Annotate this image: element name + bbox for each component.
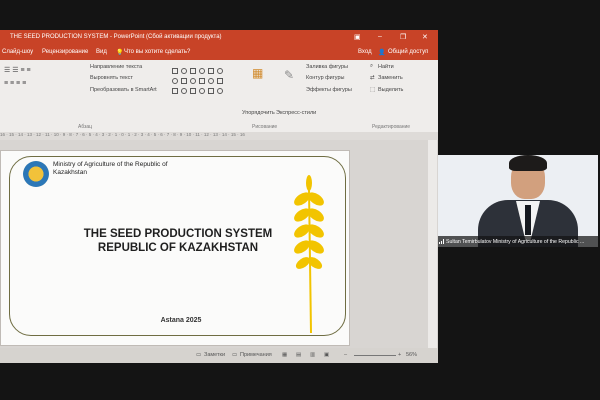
close-icon[interactable]: ✕ [422, 33, 428, 41]
participant-name-bar: Sultan Temirbulatov Ministry of Agricult… [438, 236, 598, 247]
tab-view[interactable]: Вид [96, 49, 107, 55]
comments-icon: ▭ [232, 352, 238, 358]
title-line-2: REPUBLIC OF KAZAKHSTAN [97, 242, 259, 254]
ribbon: ☰ ☰ ≡ ≡ ≡ ≡ ≡ ≡ Направление текста Выров… [0, 60, 438, 133]
minimize-icon[interactable]: – [378, 33, 382, 40]
title-line-1: THE SEED PRODUCTION SYSTEM [83, 228, 273, 240]
status-bar: ▭ Заметки ▭ Примечания ▦ ▤ ▥ ▣ – + 56% [0, 348, 438, 363]
zoom-in-icon[interactable]: + [398, 352, 401, 358]
signin-link[interactable]: Вход [358, 49, 372, 55]
kazakhstan-emblem-icon [23, 161, 49, 187]
vertical-scrollbar[interactable] [428, 140, 437, 348]
align-text-button[interactable]: Выровнять текст [90, 75, 133, 81]
powerpoint-window: THE SEED PRODUCTION SYSTEM - PowerPoint … [0, 30, 438, 363]
restore-icon[interactable]: ❐ [400, 33, 406, 41]
quick-styles-button[interactable]: Экспресс-стили [276, 110, 316, 116]
participant-name: Sultan Temirbulatov Ministry of Agricult… [446, 238, 585, 245]
slide-title[interactable]: THE SEED PRODUCTION SYSTEM REPUBLIC OF K… [63, 227, 293, 255]
ruler-marks: 16 · 15 · 14 · 13 · 12 · 11 · 10 · 9 · 8… [0, 132, 245, 137]
notes-button[interactable]: Заметки [204, 352, 225, 358]
signal-icon [439, 239, 444, 244]
title-bar: THE SEED PRODUCTION SYSTEM - PowerPoint … [0, 30, 438, 46]
participant-video-tile[interactable]: Sultan Temirbulatov Ministry of Agricult… [438, 155, 598, 247]
sorter-view-icon[interactable]: ▤ [296, 352, 301, 358]
quick-styles-icon: ✎ [284, 68, 295, 82]
zoom-level[interactable]: 56% [406, 352, 417, 358]
zoom-slider[interactable] [354, 355, 396, 356]
share-icon: 👤 [378, 50, 386, 56]
participant-hair [509, 155, 547, 171]
lightbulb-icon: 💡 [116, 50, 124, 56]
city-year-text[interactable]: Astana 2025 [131, 317, 231, 324]
smartart-button[interactable]: Преобразовать в SmartArt [90, 87, 157, 93]
tab-review[interactable]: Рецензирование [42, 49, 88, 55]
find-icon: ⌕ [370, 63, 374, 69]
arrange-icon: ▦ [252, 66, 264, 80]
replace-icon: ⇄ [370, 75, 375, 81]
reading-view-icon[interactable]: ▥ [310, 352, 315, 358]
select-icon: ⬚ [370, 87, 376, 93]
ministry-textbox[interactable]: Ministry of Agriculture of the Republic … [53, 161, 183, 177]
shape-outline-button[interactable]: Контур фигуры [306, 75, 344, 81]
replace-button[interactable]: Заменить [378, 75, 403, 81]
normal-view-icon[interactable]: ▦ [282, 352, 287, 358]
shape-effects-button[interactable]: Эффекты фигуры [306, 87, 352, 93]
shapes-gallery[interactable] [172, 68, 236, 110]
select-button[interactable]: Выделить [378, 87, 403, 93]
align-buttons-icon[interactable]: ≡ ≡ ≡ ≡ [4, 80, 26, 87]
slide[interactable]: Ministry of Agriculture of the Republic … [0, 150, 350, 346]
find-button[interactable]: Найти [378, 64, 394, 70]
comments-button[interactable]: Примечания [240, 352, 272, 358]
slideshow-view-icon[interactable]: ▣ [324, 352, 329, 358]
ribbon-display-icon[interactable]: ▣ [354, 33, 361, 41]
drawing-group-label: Рисование [252, 124, 278, 130]
arrange-button[interactable]: Упорядочить [242, 110, 275, 116]
wheat-icon [294, 175, 324, 333]
ribbon-tabs: Слайд-шоу Рецензирование Вид 💡 Что вы хо… [0, 46, 438, 60]
list-buttons-icon[interactable]: ☰ ☰ ≡ ≡ [4, 66, 31, 74]
share-button[interactable]: Общий доступ [388, 49, 428, 55]
slide-editing-area[interactable]: Ministry of Agriculture of the Republic … [0, 140, 438, 348]
shape-fill-button[interactable]: Заливка фигуры [306, 64, 348, 70]
window-title: THE SEED PRODUCTION SYSTEM - PowerPoint … [10, 34, 222, 40]
text-direction-button[interactable]: Направление текста [90, 64, 142, 70]
participant-tie [525, 205, 531, 235]
tab-slideshow[interactable]: Слайд-шоу [2, 49, 33, 55]
notes-icon: ▭ [196, 352, 202, 358]
tell-me-box[interactable]: Что вы хотите сделать? [124, 49, 190, 55]
paragraph-group-label: Абзац [78, 124, 93, 130]
zoom-out-icon[interactable]: – [344, 352, 347, 358]
editing-group-label: Редактирование [372, 124, 411, 130]
